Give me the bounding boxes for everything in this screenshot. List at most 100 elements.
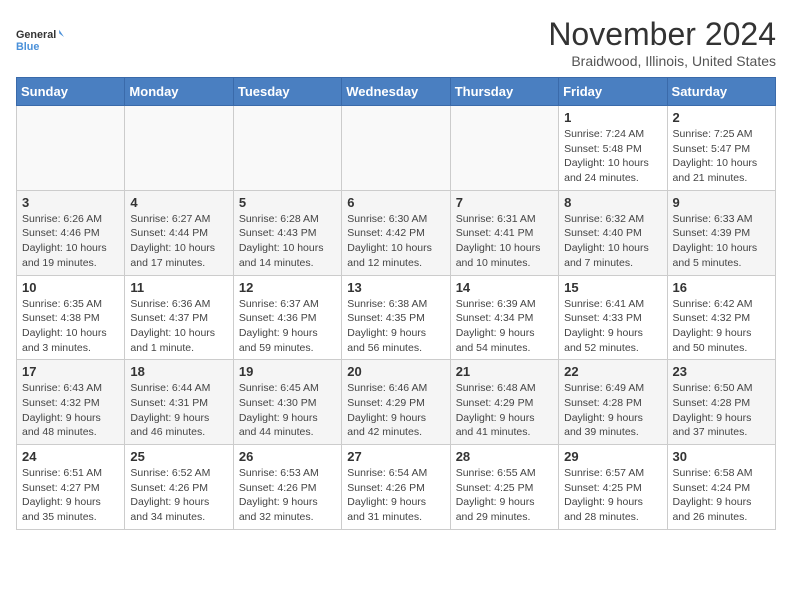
calendar-table: SundayMondayTuesdayWednesdayThursdayFrid… (16, 77, 776, 530)
day-info: Sunrise: 7:25 AM Sunset: 5:47 PM Dayligh… (673, 127, 770, 186)
day-number: 21 (456, 364, 553, 379)
day-number: 18 (130, 364, 227, 379)
calendar-cell: 5 Sunrise: 6:28 AM Sunset: 4:43 PM Daylig… (233, 190, 341, 275)
svg-text:Blue: Blue (16, 41, 39, 53)
day-number: 12 (239, 280, 336, 295)
logo-svg: General Blue (16, 16, 64, 64)
day-number: 2 (673, 110, 770, 125)
weekday-header-wednesday: Wednesday (342, 78, 450, 106)
calendar-cell: 28 Sunrise: 6:55 AM Sunset: 4:25 PM Dayli… (450, 445, 558, 530)
day-info: Sunrise: 6:44 AM Sunset: 4:31 PM Dayligh… (130, 381, 227, 440)
day-number: 28 (456, 449, 553, 464)
day-number: 29 (564, 449, 661, 464)
day-info: Sunrise: 6:33 AM Sunset: 4:39 PM Dayligh… (673, 212, 770, 271)
calendar-cell: 2 Sunrise: 7:25 AM Sunset: 5:47 PM Daylig… (667, 106, 775, 191)
day-number: 10 (22, 280, 119, 295)
calendar-cell: 17 Sunrise: 6:43 AM Sunset: 4:32 PM Dayli… (17, 360, 125, 445)
weekday-header-saturday: Saturday (667, 78, 775, 106)
calendar-cell: 19Sunrise: 6:45 AM Sunset: 4:30 PM Dayli… (233, 360, 341, 445)
day-info: Sunrise: 6:38 AM Sunset: 4:35 PM Dayligh… (347, 297, 444, 356)
day-info: Sunrise: 6:39 AM Sunset: 4:34 PM Dayligh… (456, 297, 553, 356)
day-number: 5 (239, 195, 336, 210)
calendar-cell: 3 Sunrise: 6:26 AM Sunset: 4:46 PM Daylig… (17, 190, 125, 275)
day-info: Sunrise: 6:35 AM Sunset: 4:38 PM Dayligh… (22, 297, 119, 356)
day-number: 4 (130, 195, 227, 210)
day-info: Sunrise: 6:50 AM Sunset: 4:28 PM Dayligh… (673, 381, 770, 440)
day-info: Sunrise: 6:46 AM Sunset: 4:29 PM Dayligh… (347, 381, 444, 440)
calendar-cell: 13 Sunrise: 6:38 AM Sunset: 4:35 PM Dayli… (342, 275, 450, 360)
day-info: Sunrise: 6:52 AM Sunset: 4:26 PM Dayligh… (130, 466, 227, 525)
calendar-cell (125, 106, 233, 191)
day-info: Sunrise: 6:55 AM Sunset: 4:25 PM Dayligh… (456, 466, 553, 525)
day-info: Sunrise: 6:26 AM Sunset: 4:46 PM Dayligh… (22, 212, 119, 271)
calendar-cell: 16Sunrise: 6:42 AM Sunset: 4:32 PM Dayli… (667, 275, 775, 360)
day-number: 23 (673, 364, 770, 379)
day-number: 15 (564, 280, 661, 295)
calendar-cell: 20 Sunrise: 6:46 AM Sunset: 4:29 PM Dayli… (342, 360, 450, 445)
calendar-cell (342, 106, 450, 191)
calendar-week-3: 10 Sunrise: 6:35 AM Sunset: 4:38 PM Dayli… (17, 275, 776, 360)
day-info: Sunrise: 6:37 AM Sunset: 4:36 PM Dayligh… (239, 297, 336, 356)
day-number: 1 (564, 110, 661, 125)
calendar-cell: 24 Sunrise: 6:51 AM Sunset: 4:27 PM Dayli… (17, 445, 125, 530)
calendar-cell: 6 Sunrise: 6:30 AM Sunset: 4:42 PM Daylig… (342, 190, 450, 275)
day-number: 13 (347, 280, 444, 295)
day-number: 25 (130, 449, 227, 464)
day-info: Sunrise: 6:53 AM Sunset: 4:26 PM Dayligh… (239, 466, 336, 525)
weekday-header-friday: Friday (559, 78, 667, 106)
day-info: Sunrise: 6:41 AM Sunset: 4:33 PM Dayligh… (564, 297, 661, 356)
calendar-cell: 26 Sunrise: 6:53 AM Sunset: 4:26 PM Dayli… (233, 445, 341, 530)
calendar-cell (450, 106, 558, 191)
day-number: 24 (22, 449, 119, 464)
weekday-header-thursday: Thursday (450, 78, 558, 106)
weekday-header-sunday: Sunday (17, 78, 125, 106)
day-number: 3 (22, 195, 119, 210)
calendar-cell: 7 Sunrise: 6:31 AM Sunset: 4:41 PM Daylig… (450, 190, 558, 275)
day-number: 11 (130, 280, 227, 295)
calendar-cell: 25 Sunrise: 6:52 AM Sunset: 4:26 PM Dayli… (125, 445, 233, 530)
day-number: 7 (456, 195, 553, 210)
calendar-cell (233, 106, 341, 191)
day-number: 20 (347, 364, 444, 379)
day-info: Sunrise: 6:54 AM Sunset: 4:26 PM Dayligh… (347, 466, 444, 525)
day-number: 30 (673, 449, 770, 464)
day-number: 27 (347, 449, 444, 464)
day-info: Sunrise: 6:43 AM Sunset: 4:32 PM Dayligh… (22, 381, 119, 440)
calendar-cell: 27 Sunrise: 6:54 AM Sunset: 4:26 PM Dayli… (342, 445, 450, 530)
day-info: Sunrise: 6:28 AM Sunset: 4:43 PM Dayligh… (239, 212, 336, 271)
day-info: Sunrise: 6:30 AM Sunset: 4:42 PM Dayligh… (347, 212, 444, 271)
logo: General Blue (16, 16, 64, 64)
day-number: 14 (456, 280, 553, 295)
calendar-cell: 22Sunrise: 6:49 AM Sunset: 4:28 PM Dayli… (559, 360, 667, 445)
calendar-cell: 9 Sunrise: 6:33 AM Sunset: 4:39 PM Daylig… (667, 190, 775, 275)
calendar-week-5: 24 Sunrise: 6:51 AM Sunset: 4:27 PM Dayli… (17, 445, 776, 530)
day-info: Sunrise: 6:42 AM Sunset: 4:32 PM Dayligh… (673, 297, 770, 356)
weekday-header-row: SundayMondayTuesdayWednesdayThursdayFrid… (17, 78, 776, 106)
calendar-cell: 29 Sunrise: 6:57 AM Sunset: 4:25 PM Dayli… (559, 445, 667, 530)
calendar-cell: 4Sunrise: 6:27 AM Sunset: 4:44 PM Daylig… (125, 190, 233, 275)
day-info: Sunrise: 6:57 AM Sunset: 4:25 PM Dayligh… (564, 466, 661, 525)
day-info: Sunrise: 6:48 AM Sunset: 4:29 PM Dayligh… (456, 381, 553, 440)
header: General Blue November 2024 Braidwood, Il… (16, 16, 776, 69)
day-number: 26 (239, 449, 336, 464)
calendar-cell: 21 Sunrise: 6:48 AM Sunset: 4:29 PM Dayli… (450, 360, 558, 445)
calendar-cell: 1Sunrise: 7:24 AM Sunset: 5:48 PM Daylig… (559, 106, 667, 191)
day-number: 17 (22, 364, 119, 379)
day-info: Sunrise: 6:58 AM Sunset: 4:24 PM Dayligh… (673, 466, 770, 525)
day-number: 6 (347, 195, 444, 210)
calendar-cell: 8Sunrise: 6:32 AM Sunset: 4:40 PM Daylig… (559, 190, 667, 275)
weekday-header-tuesday: Tuesday (233, 78, 341, 106)
calendar-cell: 14 Sunrise: 6:39 AM Sunset: 4:34 PM Dayli… (450, 275, 558, 360)
calendar-cell: 11Sunrise: 6:36 AM Sunset: 4:37 PM Dayli… (125, 275, 233, 360)
day-number: 9 (673, 195, 770, 210)
weekday-header-monday: Monday (125, 78, 233, 106)
day-info: Sunrise: 6:31 AM Sunset: 4:41 PM Dayligh… (456, 212, 553, 271)
calendar-week-4: 17 Sunrise: 6:43 AM Sunset: 4:32 PM Dayli… (17, 360, 776, 445)
calendar-week-2: 3 Sunrise: 6:26 AM Sunset: 4:46 PM Daylig… (17, 190, 776, 275)
month-title: November 2024 (548, 16, 776, 53)
svg-text:General: General (16, 29, 56, 41)
day-info: Sunrise: 6:32 AM Sunset: 4:40 PM Dayligh… (564, 212, 661, 271)
day-number: 22 (564, 364, 661, 379)
day-number: 19 (239, 364, 336, 379)
day-info: Sunrise: 6:51 AM Sunset: 4:27 PM Dayligh… (22, 466, 119, 525)
